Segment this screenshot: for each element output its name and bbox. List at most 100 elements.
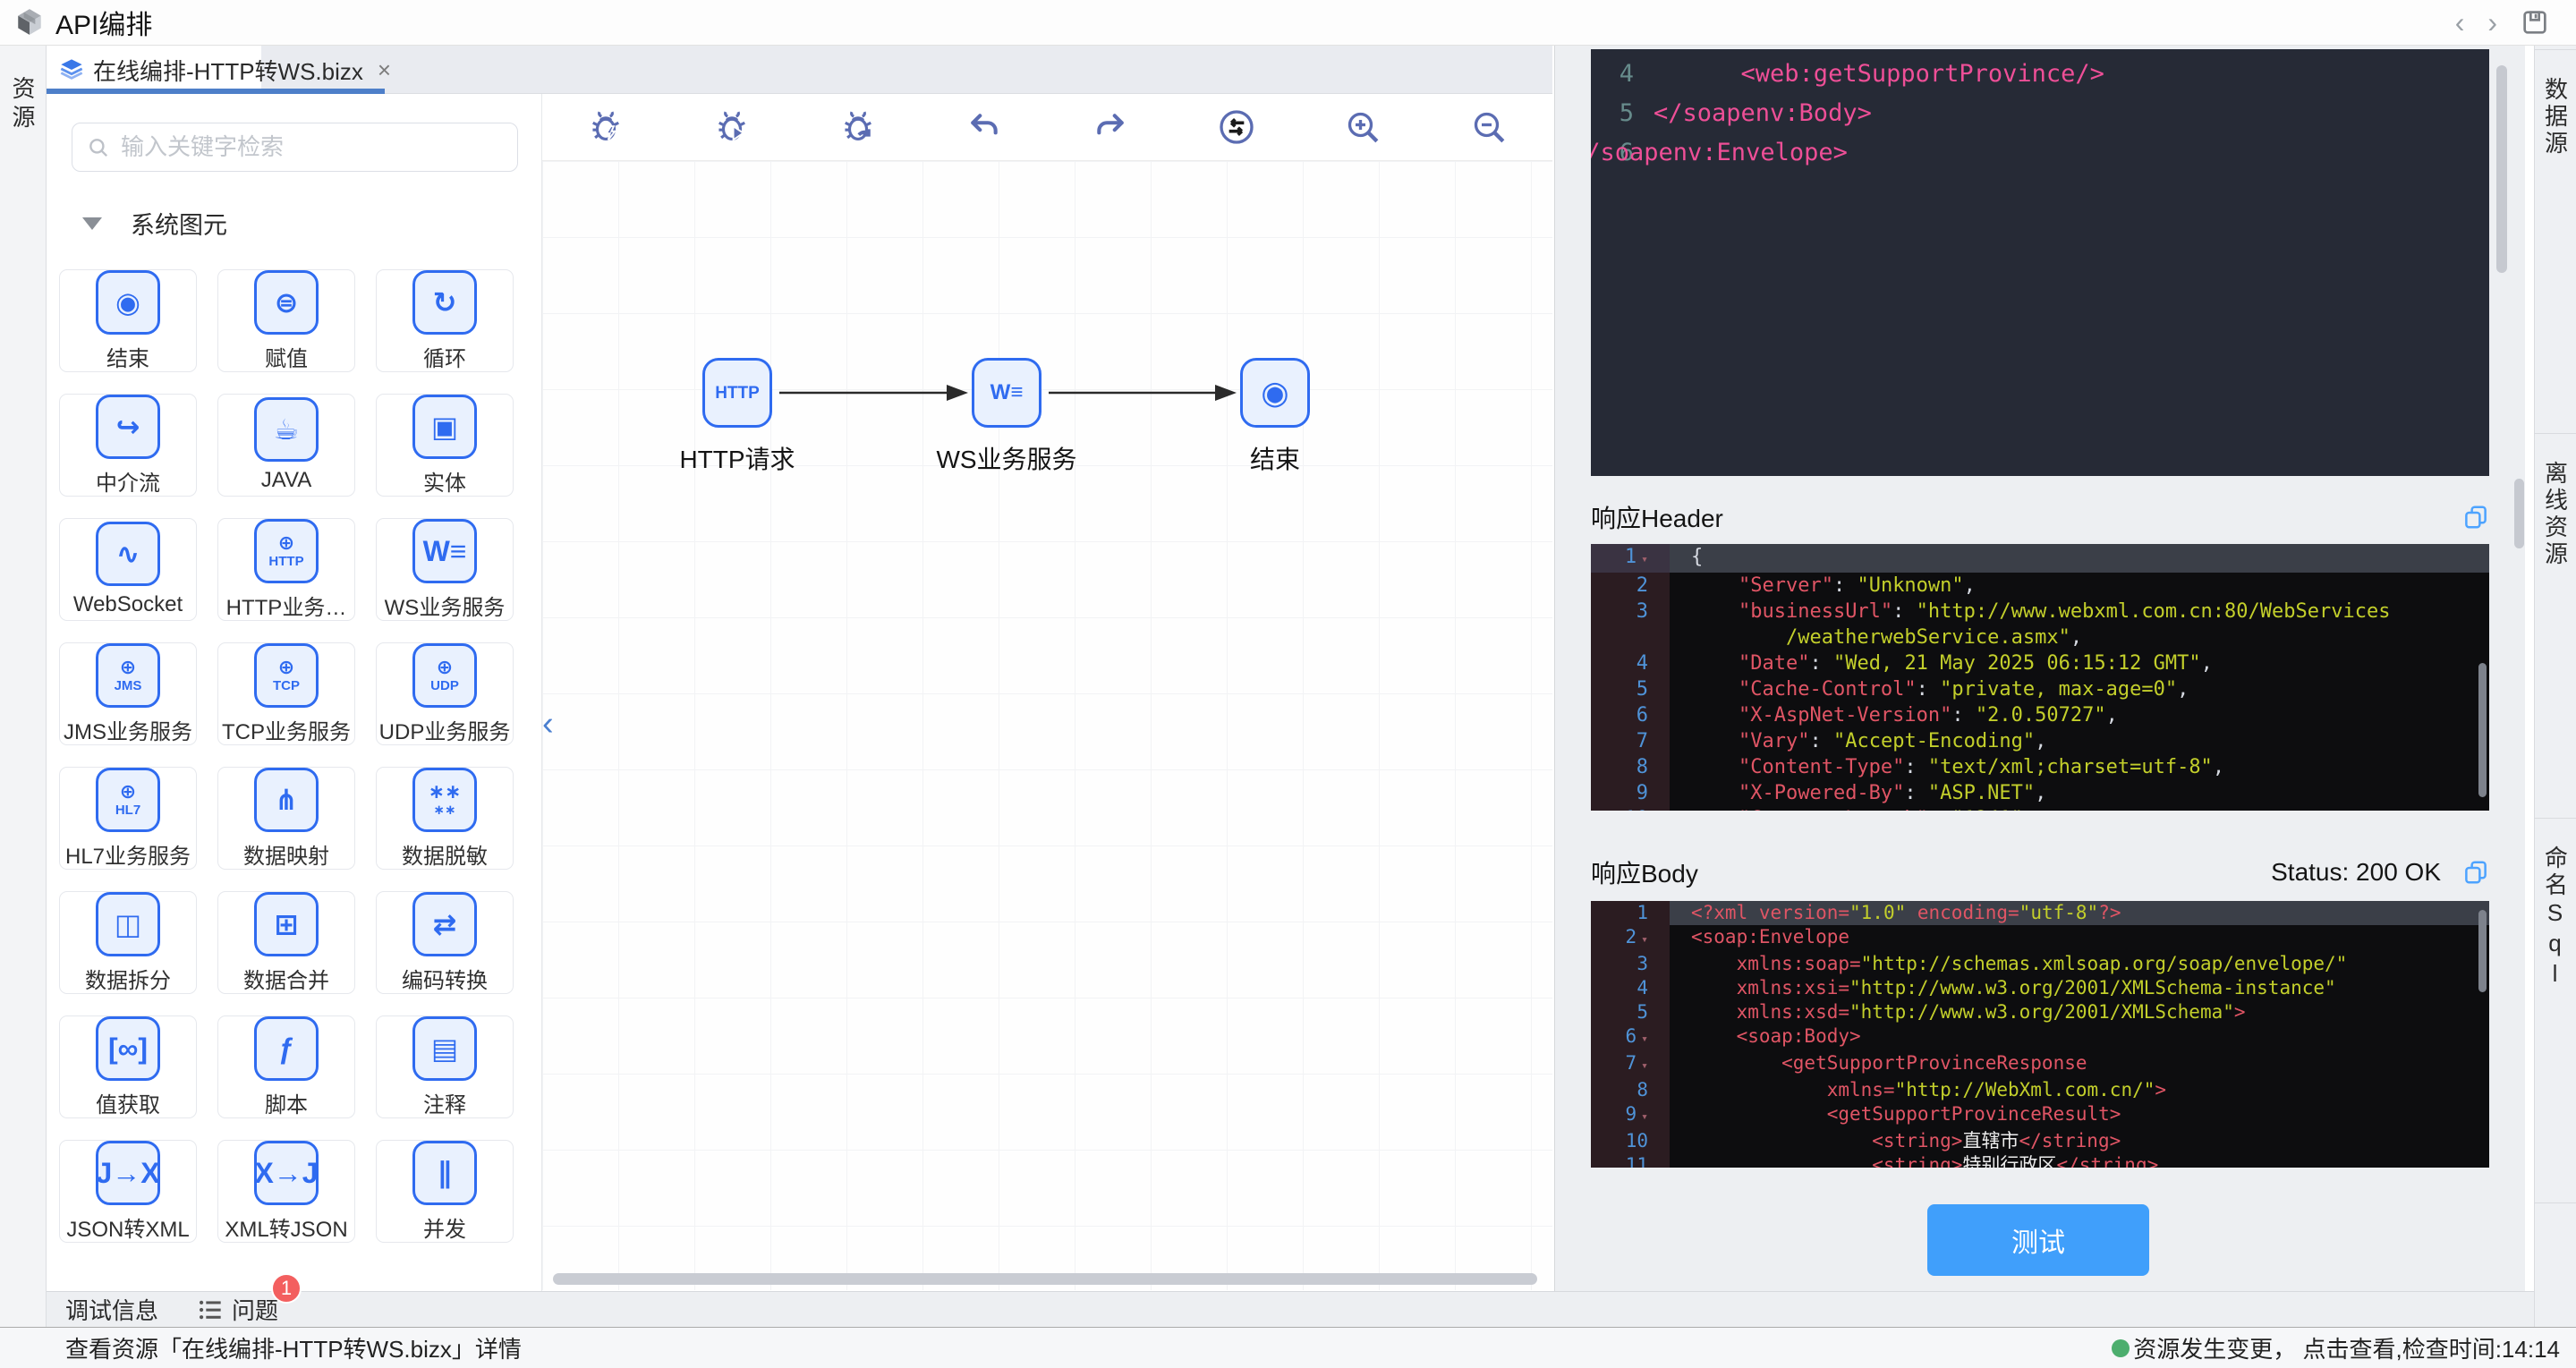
palette-item[interactable]: ⊕ HL7 HL7业务服务 xyxy=(59,767,197,870)
tab-close-icon[interactable]: × xyxy=(378,56,391,84)
save-icon[interactable] xyxy=(2521,8,2549,37)
status-change-notice[interactable]: 资源发生变更， 点击查看,检查时间:14:14 xyxy=(2112,1331,2560,1364)
green-dot-icon xyxy=(2112,1338,2130,1357)
tab-active[interactable]: 在线编排-HTTP转WS.bizx × xyxy=(47,46,391,94)
palette-item[interactable]: ◉ 结束 xyxy=(59,269,197,372)
undo-icon[interactable] xyxy=(921,94,1047,160)
header-editor-scrollbar[interactable] xyxy=(2478,663,2487,797)
debug-bug-lightning-icon[interactable] xyxy=(542,94,668,160)
flow-node-http-request[interactable]: HTTP HTTP请求 xyxy=(679,358,795,473)
palette-item-icon: ↪ xyxy=(96,394,160,459)
copy-body-icon[interactable] xyxy=(2462,859,2489,886)
tab-bar: 在线编排-HTTP转WS.bizx × xyxy=(47,46,1552,94)
palette-item-icon: X→J xyxy=(254,1140,319,1205)
palette-item[interactable]: ↻ 循环 xyxy=(376,269,514,372)
palette-item-label: 编码转换 xyxy=(402,968,488,993)
palette-item-icon: ∿ xyxy=(96,522,160,586)
palette-item-label: 脚本 xyxy=(265,1092,308,1117)
palette-search[interactable] xyxy=(72,123,518,172)
palette-item-icon: [∞] xyxy=(96,1015,160,1081)
nav-back-icon[interactable]: ‹ xyxy=(2455,8,2465,37)
debug-bug-step-icon[interactable] xyxy=(795,94,921,160)
sync-exchange-icon[interactable] xyxy=(1174,94,1300,160)
zoom-out-icon[interactable] xyxy=(1426,94,1552,160)
palette-item[interactable]: ⊕ JMS JMS业务服务 xyxy=(59,642,197,745)
palette-item-icon: ▤ xyxy=(412,1015,477,1081)
palette-item-label: 实体 xyxy=(423,471,466,496)
palette-item-label: 赋值 xyxy=(265,346,308,371)
response-body-editor[interactable]: 1 <?xml version="1.0" encoding="utf-8"?> 2… xyxy=(1591,901,2489,1168)
palette-collapse-chevron-icon[interactable]: ‹ xyxy=(542,707,554,741)
palette-item[interactable]: X→J XML转JSON xyxy=(217,1140,355,1243)
palette-item[interactable]: ▤ 注释 xyxy=(376,1015,514,1118)
response-body-title: 响应Body xyxy=(1591,860,1698,888)
redo-icon[interactable] xyxy=(1048,94,1174,160)
palette-item[interactable]: ⇄ 编码转换 xyxy=(376,891,514,994)
palette-item-label: JMS业务服务 xyxy=(64,719,192,744)
palette-item-label: 数据合并 xyxy=(243,968,329,993)
copy-header-icon[interactable] xyxy=(2462,504,2489,531)
palette-item-label: 结束 xyxy=(106,346,149,371)
canvas-grid-area[interactable]: HTTP HTTP请求 W≡ WS业务服务 ◉ 结束 ‹ xyxy=(542,161,1552,1290)
palette-item[interactable]: ∿ WebSocket xyxy=(59,518,197,621)
problem-count-badge: 1 xyxy=(271,1273,302,1304)
request-editor-scrollbar[interactable] xyxy=(2496,65,2507,273)
response-header-editor[interactable]: 1 ▾{2 "Server": "Unknown", 3 "businessUrl"… xyxy=(1591,544,2489,811)
bottom-tab-bar: 调试信息 问题 1 xyxy=(47,1273,2534,1327)
resources-rail-tab[interactable]: 资源 xyxy=(6,76,39,133)
palette-item[interactable]: ↪ 中介流 xyxy=(59,394,197,497)
test-result-panel: 4 <web:getSupportProvince/> 5 </soapenv:Bo… xyxy=(1554,46,2525,1291)
canvas-horizontal-scrollbar[interactable] xyxy=(553,1273,1537,1285)
palette-item[interactable]: ⋔ 数据映射 xyxy=(217,767,355,870)
palette-item-icon: ⊜ xyxy=(254,269,319,335)
palette-item[interactable]: [∞] 值获取 xyxy=(59,1015,197,1118)
palette-section-label: 系统图元 xyxy=(131,212,227,239)
debug-info-tab[interactable]: 调试信息 xyxy=(65,1293,158,1326)
flow-node-end[interactable]: ◉ 结束 xyxy=(1240,358,1310,473)
nav-forward-icon[interactable]: › xyxy=(2487,8,2497,37)
status-bar: 查看资源「在线编排-HTTP转WS.bizx」详情 资源发生变更， 点击查看,检… xyxy=(0,1327,2576,1368)
tab-title: 在线编排-HTTP转WS.bizx xyxy=(93,57,363,85)
palette-item-label: JSON转XML xyxy=(66,1217,190,1242)
search-input[interactable] xyxy=(121,133,503,161)
palette-item[interactable]: ⊕ HTTP HTTP业务… xyxy=(217,518,355,621)
palette-item[interactable]: ⊜ 赋值 xyxy=(217,269,355,372)
palette-item[interactable]: ∥ 并发 xyxy=(376,1140,514,1243)
palette-item[interactable]: ⊕ TCP TCP业务服务 xyxy=(217,642,355,745)
body-editor-scrollbar[interactable] xyxy=(2478,910,2487,992)
palette-item[interactable]: ▣ 实体 xyxy=(376,394,514,497)
test-button[interactable]: 测试 xyxy=(1927,1204,2149,1276)
palette-item-icon: ∗∗ ∗∗ xyxy=(412,767,477,832)
palette-item-icon: ⊕ HTTP xyxy=(254,518,319,583)
palette-item[interactable]: J→X JSON转XML xyxy=(59,1140,197,1243)
status-resource-detail[interactable]: 查看资源「在线编排-HTTP转WS.bizx」详情 xyxy=(65,1331,522,1364)
palette-item-icon: ⊕ TCP xyxy=(254,642,319,708)
panel-scrollbar[interactable] xyxy=(2514,479,2524,548)
flow-node-label: HTTP请求 xyxy=(679,446,795,473)
request-body-editor[interactable]: 4 <web:getSupportProvince/> 5 </soapenv:Bo… xyxy=(1591,49,2489,476)
palette-item[interactable]: ◫ 数据拆分 xyxy=(59,891,197,994)
palette-item[interactable]: ƒ 脚本 xyxy=(217,1015,355,1118)
palette-item[interactable]: ∗∗ ∗∗ 数据脱敏 xyxy=(376,767,514,870)
palette-item-icon: ☕ xyxy=(254,397,319,462)
palette-item-icon: ⊕ UDP xyxy=(412,642,477,708)
flow-node-ws-service[interactable]: W≡ WS业务服务 xyxy=(936,358,1077,473)
palette-item[interactable]: ⊞ 数据合并 xyxy=(217,891,355,994)
problems-tab[interactable]: 问题 1 xyxy=(198,1273,302,1326)
palette-item[interactable]: W≡ WS业务服务 xyxy=(376,518,514,621)
right-tab-named-sql[interactable]: 命名Sql xyxy=(2535,819,2576,1203)
palette-item[interactable]: ⊕ UDP UDP业务服务 xyxy=(376,642,514,745)
right-tab-offline-resources[interactable]: 离线资源 xyxy=(2535,434,2576,819)
palette-item-icon: ∥ xyxy=(412,1140,477,1205)
palette-section-header[interactable]: 系统图元 xyxy=(82,206,541,241)
palette-item-icon: ⊕ HL7 xyxy=(96,767,160,832)
palette-item-label: 数据拆分 xyxy=(85,968,171,993)
palette-item[interactable]: ☕ JAVA xyxy=(217,394,355,497)
zoom-in-icon[interactable] xyxy=(1300,94,1426,160)
canvas-toolbar xyxy=(542,94,1552,161)
palette-item-icon: ◉ xyxy=(96,269,160,335)
palette-item-label: TCP业务服务 xyxy=(222,719,351,744)
debug-bug-play-icon[interactable] xyxy=(668,94,795,160)
right-tab-datasource[interactable]: 数据源 xyxy=(2535,49,2576,434)
palette-item-label: 数据映射 xyxy=(243,844,329,869)
